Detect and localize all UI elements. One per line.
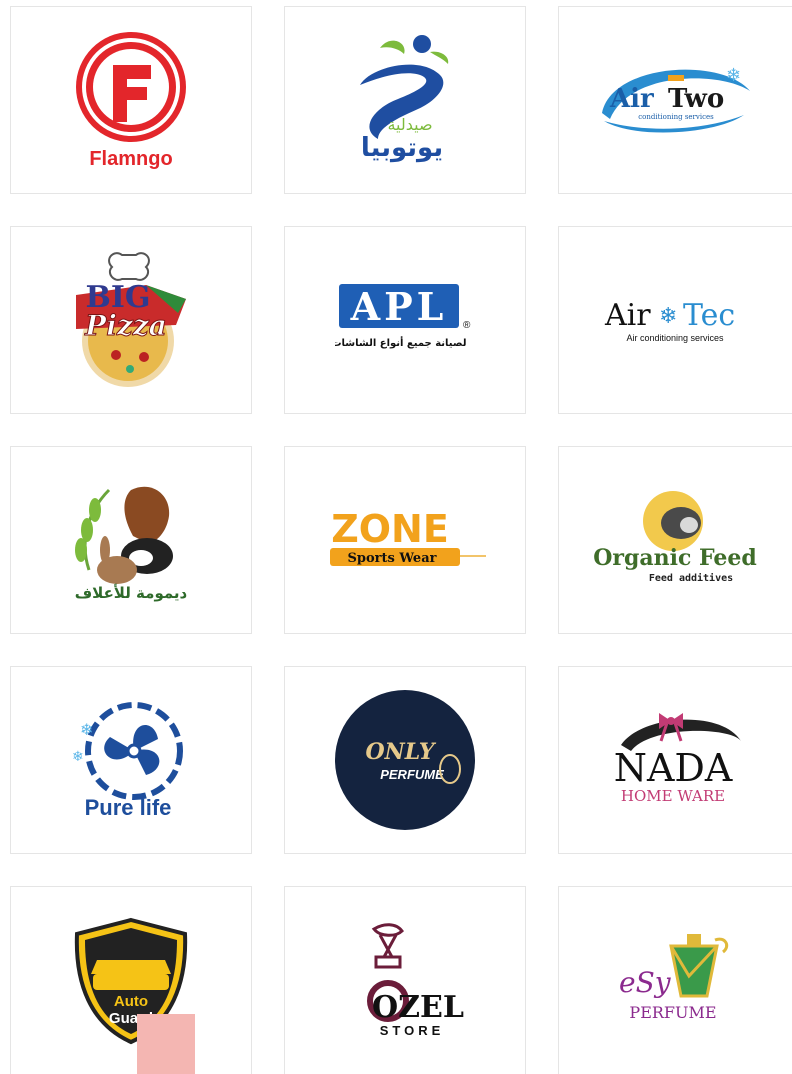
logo-card-onlyperfume[interactable]: ONLY PERFUME xyxy=(284,666,526,854)
dimoma-logo: ديمومة للأعلاف xyxy=(75,486,188,602)
bigpizza-logo: BIG Pizza xyxy=(76,252,186,387)
logo-card-purelife[interactable]: ❄ ❄ Pure life xyxy=(10,666,252,854)
logo-card-dimoma[interactable]: ديمومة للأعلاف xyxy=(10,446,252,634)
scroll-to-top-button[interactable] xyxy=(137,1014,195,1074)
logo-card-bigpizza[interactable]: BIG Pizza xyxy=(10,226,252,414)
apl-reg-mark: ® xyxy=(463,320,471,331)
snowflake-icon: ❄ xyxy=(726,65,741,85)
bigpizza-name: Pizza xyxy=(84,309,167,342)
logo-card-autoguard[interactable]: Auto Guard xyxy=(10,886,252,1074)
dimoma-name: ديمومة للأعلاف xyxy=(75,584,188,602)
flamngo-name: Flamngo xyxy=(89,148,172,170)
zone-name: ZONE xyxy=(331,507,449,551)
onlyperfume-logo: ONLY PERFUME xyxy=(335,690,475,830)
apl-logo: APL ® لصيانة جميع أنواع الشاشات xyxy=(335,284,471,349)
logo-card-apl[interactable]: APL ® لصيانة جميع أنواع الشاشات xyxy=(284,226,526,414)
airtwo-name-a: Air xyxy=(609,84,654,114)
nada-logo: NADA HOME WARE xyxy=(613,713,741,805)
esyperfume-logo: eSy PERFUME xyxy=(619,933,728,1022)
zone-logo: ZONE Sports Wear xyxy=(330,507,486,566)
logo-card-airtwo[interactable]: Air Two ❄ conditioning services xyxy=(558,6,792,194)
airtwo-tagline: conditioning services xyxy=(638,113,714,121)
airtec-name-b: Tec xyxy=(683,298,735,333)
logo-card-organic[interactable]: Organic Feed Feed additives xyxy=(558,446,792,634)
logo-card-airtec[interactable]: Air ❄ Tec Air conditioning services xyxy=(558,226,792,414)
utopia-bottom-text: يوتوبيا xyxy=(361,133,443,163)
ozel-logo: OZEL STORE xyxy=(367,922,464,1038)
airtec-name-a: Air xyxy=(604,298,651,333)
organic-name: Organic Feed xyxy=(593,545,757,571)
logo-card-esyperfume[interactable]: eSy PERFUME xyxy=(558,886,792,1074)
nada-name: NADA xyxy=(613,746,732,790)
snowflake-icon: ❄ xyxy=(80,722,93,739)
purelife-logo: ❄ ❄ Pure life xyxy=(72,702,183,820)
logo-card-flamngo[interactable]: Flamngo xyxy=(10,6,252,194)
onlyperfume-name-a: ONLY xyxy=(365,739,436,765)
utopia-logo: صيدلية يوتوبيا xyxy=(360,35,449,163)
flamngo-logo: Flamngo xyxy=(76,32,186,170)
logo-card-ozel[interactable]: OZEL STORE xyxy=(284,886,526,1074)
onlyperfume-name-b: PERFUME xyxy=(380,767,444,782)
utopia-top-text: صيدلية xyxy=(387,115,432,134)
esy-name-b: PERFUME xyxy=(629,1003,716,1022)
esy-name-a: eSy xyxy=(619,966,672,999)
snowflake-icon: ❄ xyxy=(659,303,677,328)
nada-tagline: HOME WARE xyxy=(620,787,724,805)
apl-name: APL xyxy=(350,284,448,329)
ozel-name: OZEL xyxy=(372,990,464,1025)
apl-tagline: لصيانة جميع أنواع الشاشات xyxy=(335,336,467,349)
logo-card-utopia[interactable]: صيدلية يوتوبيا xyxy=(284,6,526,194)
airtec-logo: Air ❄ Tec Air conditioning services xyxy=(604,298,735,343)
purelife-name: Pure life xyxy=(85,795,172,820)
organic-feed-logo: Organic Feed Feed additives xyxy=(593,491,757,584)
logo-card-zone[interactable]: ZONE Sports Wear xyxy=(284,446,526,634)
airtec-tagline: Air conditioning services xyxy=(626,333,724,343)
snowflake-icon: ❄ xyxy=(72,748,84,764)
organic-tagline: Feed additives xyxy=(648,572,732,584)
autoguard-name-a: Auto xyxy=(114,993,148,1010)
ozel-tagline: STORE xyxy=(380,1023,445,1038)
client-logo-grid: Flamngo صيدلية يوتوبيا Air Two ❄ conditi… xyxy=(0,0,792,1074)
airtwo-logo: Air Two ❄ conditioning services xyxy=(601,65,750,133)
logo-card-nada[interactable]: NADA HOME WARE xyxy=(558,666,792,854)
airtwo-name-b: Two xyxy=(668,84,724,114)
zone-tagline: Sports Wear xyxy=(348,551,437,566)
